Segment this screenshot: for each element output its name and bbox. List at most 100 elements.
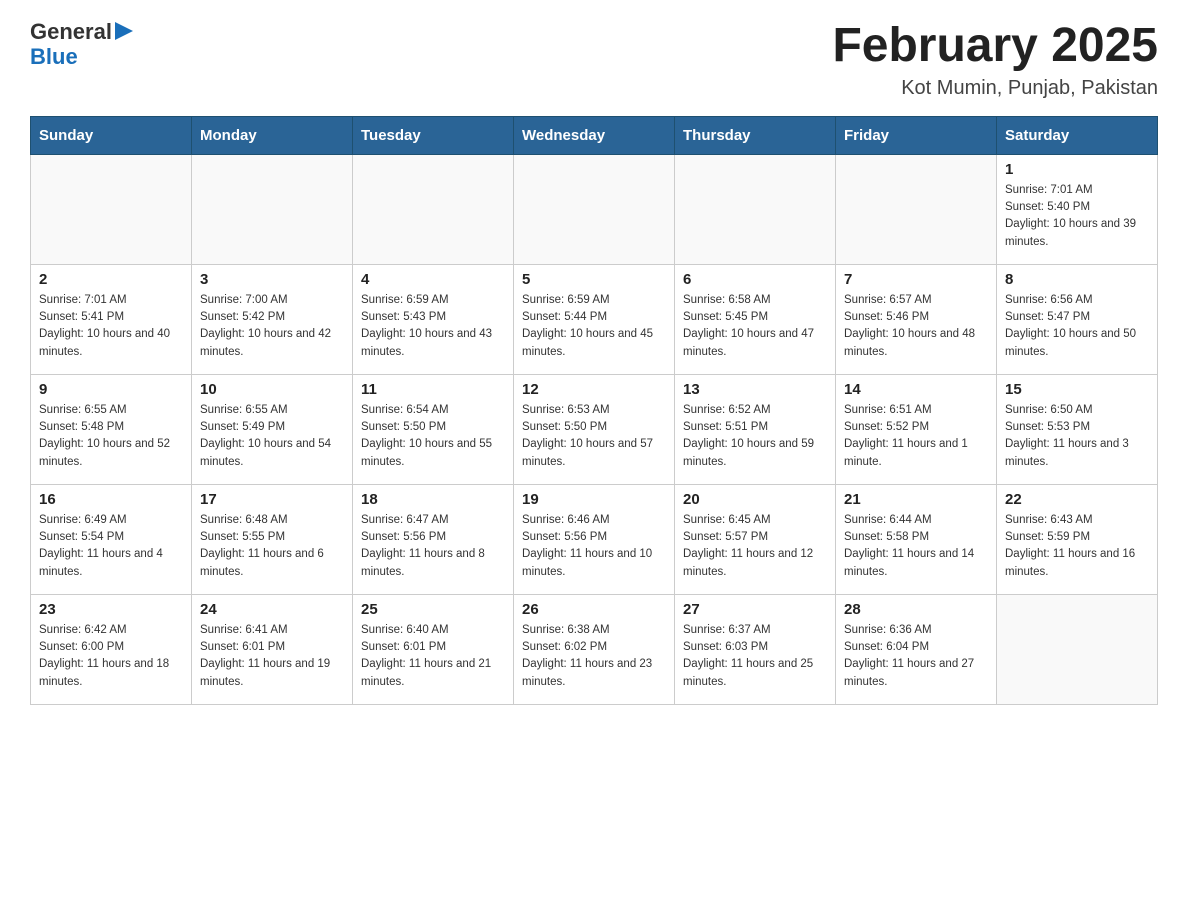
week-row-4: 16 Sunrise: 6:49 AMSunset: 5:54 PMDayligh…: [31, 484, 1158, 594]
calendar-cell: 25 Sunrise: 6:40 AMSunset: 6:01 PMDayligh…: [353, 594, 514, 704]
day-info: Sunrise: 6:36 AMSunset: 6:04 PMDaylight:…: [844, 622, 988, 691]
calendar-cell: 12 Sunrise: 6:53 AMSunset: 5:50 PMDayligh…: [514, 374, 675, 484]
week-row-1: 1Sunrise: 7:01 AMSunset: 5:40 PMDaylight…: [31, 154, 1158, 264]
day-number: 25: [361, 601, 505, 618]
day-info: Sunrise: 6:56 AMSunset: 5:47 PMDaylight:…: [1005, 292, 1149, 361]
day-number: 10: [200, 381, 344, 398]
calendar-cell: 11 Sunrise: 6:54 AMSunset: 5:50 PMDayligh…: [353, 374, 514, 484]
calendar-cell: 2 Sunrise: 7:01 AMSunset: 5:41 PMDaylight…: [31, 264, 192, 374]
day-number: 21: [844, 491, 988, 508]
calendar-cell: 22 Sunrise: 6:43 AMSunset: 5:59 PMDayligh…: [997, 484, 1158, 594]
day-number: 15: [1005, 381, 1149, 398]
calendar-header: SundayMondayTuesdayWednesdayThursdayFrid…: [31, 116, 1158, 154]
day-of-week-thursday: Thursday: [675, 116, 836, 154]
day-info: Sunrise: 6:59 AMSunset: 5:43 PMDaylight:…: [361, 292, 505, 361]
day-number: 17: [200, 491, 344, 508]
calendar-cell: 20Sunrise: 6:45 AMSunset: 5:57 PMDayligh…: [675, 484, 836, 594]
calendar-table: SundayMondayTuesdayWednesdayThursdayFrid…: [30, 116, 1158, 705]
day-info: Sunrise: 7:00 AMSunset: 5:42 PMDaylight:…: [200, 292, 344, 361]
day-number: 16: [39, 491, 183, 508]
day-info: Sunrise: 6:53 AMSunset: 5:50 PMDaylight:…: [522, 402, 666, 471]
week-row-5: 23Sunrise: 6:42 AMSunset: 6:00 PMDayligh…: [31, 594, 1158, 704]
day-info: Sunrise: 6:59 AMSunset: 5:44 PMDaylight:…: [522, 292, 666, 361]
calendar-cell: 21 Sunrise: 6:44 AMSunset: 5:58 PMDayligh…: [836, 484, 997, 594]
month-title: February 2025: [832, 20, 1158, 73]
day-number: 8: [1005, 271, 1149, 288]
logo-blue-text: Blue: [30, 45, 133, 69]
week-row-2: 2 Sunrise: 7:01 AMSunset: 5:41 PMDaylight…: [31, 264, 1158, 374]
calendar-cell: 17Sunrise: 6:48 AMSunset: 5:55 PMDayligh…: [192, 484, 353, 594]
calendar-cell: 18 Sunrise: 6:47 AMSunset: 5:56 PMDayligh…: [353, 484, 514, 594]
page-header: General Blue February 2025 Kot Mumin, Pu…: [30, 20, 1158, 100]
day-number: 11: [361, 381, 505, 398]
calendar-cell: 7 Sunrise: 6:57 AMSunset: 5:46 PMDaylight…: [836, 264, 997, 374]
day-number: 19: [522, 491, 666, 508]
day-info: Sunrise: 6:38 AMSunset: 6:02 PMDaylight:…: [522, 622, 666, 691]
calendar-cell: 23Sunrise: 6:42 AMSunset: 6:00 PMDayligh…: [31, 594, 192, 704]
day-info: Sunrise: 6:55 AMSunset: 5:49 PMDaylight:…: [200, 402, 344, 471]
day-of-week-monday: Monday: [192, 116, 353, 154]
day-number: 6: [683, 271, 827, 288]
day-info: Sunrise: 6:46 AMSunset: 5:56 PMDaylight:…: [522, 512, 666, 581]
day-number: 7: [844, 271, 988, 288]
calendar-cell: [675, 154, 836, 264]
day-of-week-friday: Friday: [836, 116, 997, 154]
day-info: Sunrise: 6:58 AMSunset: 5:45 PMDaylight:…: [683, 292, 827, 361]
calendar-cell: 24Sunrise: 6:41 AMSunset: 6:01 PMDayligh…: [192, 594, 353, 704]
logo: General Blue: [30, 20, 133, 69]
day-number: 22: [1005, 491, 1149, 508]
day-number: 2: [39, 271, 183, 288]
days-of-week-row: SundayMondayTuesdayWednesdayThursdayFrid…: [31, 116, 1158, 154]
day-info: Sunrise: 6:50 AMSunset: 5:53 PMDaylight:…: [1005, 402, 1149, 471]
calendar-cell: 9Sunrise: 6:55 AMSunset: 5:48 PMDaylight…: [31, 374, 192, 484]
calendar-cell: 14Sunrise: 6:51 AMSunset: 5:52 PMDayligh…: [836, 374, 997, 484]
day-info: Sunrise: 7:01 AMSunset: 5:41 PMDaylight:…: [39, 292, 183, 361]
day-info: Sunrise: 6:57 AMSunset: 5:46 PMDaylight:…: [844, 292, 988, 361]
day-of-week-sunday: Sunday: [31, 116, 192, 154]
day-of-week-wednesday: Wednesday: [514, 116, 675, 154]
day-info: Sunrise: 6:37 AMSunset: 6:03 PMDaylight:…: [683, 622, 827, 691]
day-info: Sunrise: 6:47 AMSunset: 5:56 PMDaylight:…: [361, 512, 505, 581]
calendar-body: 1Sunrise: 7:01 AMSunset: 5:40 PMDaylight…: [31, 154, 1158, 704]
day-info: Sunrise: 6:44 AMSunset: 5:58 PMDaylight:…: [844, 512, 988, 581]
day-of-week-saturday: Saturday: [997, 116, 1158, 154]
day-number: 12: [522, 381, 666, 398]
day-number: 27: [683, 601, 827, 618]
day-number: 1: [1005, 161, 1149, 178]
calendar-cell: [192, 154, 353, 264]
calendar-cell: [353, 154, 514, 264]
week-row-3: 9Sunrise: 6:55 AMSunset: 5:48 PMDaylight…: [31, 374, 1158, 484]
day-number: 3: [200, 271, 344, 288]
title-area: February 2025 Kot Mumin, Punjab, Pakista…: [832, 20, 1158, 100]
calendar-cell: 15 Sunrise: 6:50 AMSunset: 5:53 PMDayligh…: [997, 374, 1158, 484]
logo-general-text: General: [30, 20, 112, 44]
calendar-cell: [836, 154, 997, 264]
calendar-cell: [997, 594, 1158, 704]
day-info: Sunrise: 6:40 AMSunset: 6:01 PMDaylight:…: [361, 622, 505, 691]
calendar-cell: 1Sunrise: 7:01 AMSunset: 5:40 PMDaylight…: [997, 154, 1158, 264]
day-number: 5: [522, 271, 666, 288]
day-number: 18: [361, 491, 505, 508]
day-number: 28: [844, 601, 988, 618]
day-info: Sunrise: 6:54 AMSunset: 5:50 PMDaylight:…: [361, 402, 505, 471]
day-number: 13: [683, 381, 827, 398]
day-number: 26: [522, 601, 666, 618]
calendar-cell: 19 Sunrise: 6:46 AMSunset: 5:56 PMDayligh…: [514, 484, 675, 594]
day-number: 23: [39, 601, 183, 618]
calendar-cell: [514, 154, 675, 264]
calendar-cell: 27 Sunrise: 6:37 AMSunset: 6:03 PMDayligh…: [675, 594, 836, 704]
calendar-cell: [31, 154, 192, 264]
calendar-cell: 16 Sunrise: 6:49 AMSunset: 5:54 PMDayligh…: [31, 484, 192, 594]
day-of-week-tuesday: Tuesday: [353, 116, 514, 154]
day-number: 14: [844, 381, 988, 398]
day-info: Sunrise: 6:45 AMSunset: 5:57 PMDaylight:…: [683, 512, 827, 581]
day-info: Sunrise: 6:49 AMSunset: 5:54 PMDaylight:…: [39, 512, 183, 581]
calendar-cell: 26 Sunrise: 6:38 AMSunset: 6:02 PMDayligh…: [514, 594, 675, 704]
logo-triangle-icon: [115, 22, 133, 40]
day-info: Sunrise: 6:41 AMSunset: 6:01 PMDaylight:…: [200, 622, 344, 691]
day-info: Sunrise: 6:43 AMSunset: 5:59 PMDaylight:…: [1005, 512, 1149, 581]
calendar-cell: 28 Sunrise: 6:36 AMSunset: 6:04 PMDayligh…: [836, 594, 997, 704]
calendar-cell: 13Sunrise: 6:52 AMSunset: 5:51 PMDayligh…: [675, 374, 836, 484]
calendar-cell: 6 Sunrise: 6:58 AMSunset: 5:45 PMDaylight…: [675, 264, 836, 374]
calendar-cell: 4Sunrise: 6:59 AMSunset: 5:43 PMDaylight…: [353, 264, 514, 374]
